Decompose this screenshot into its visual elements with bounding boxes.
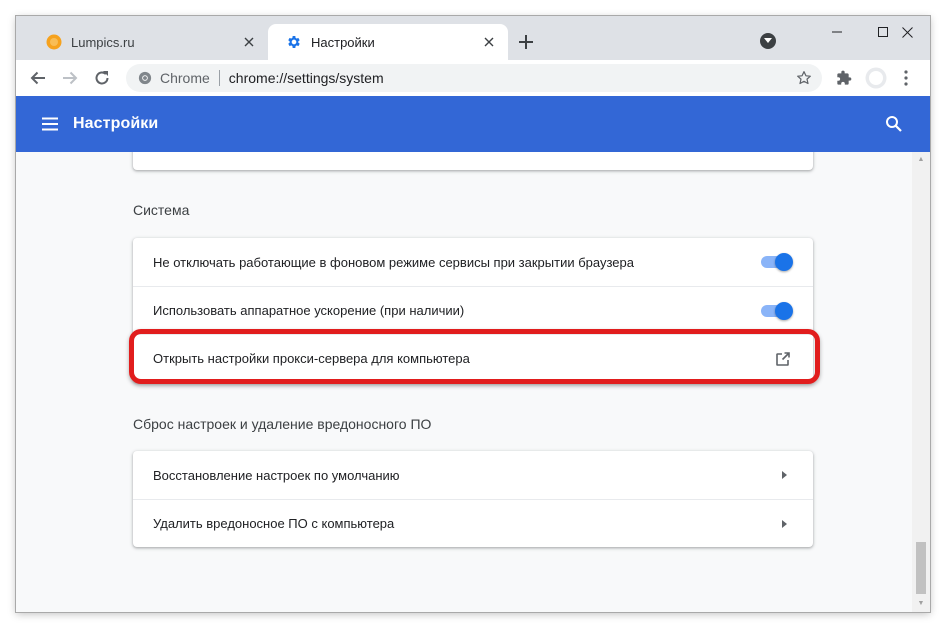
gear-icon <box>286 34 302 50</box>
setting-row-proxy[interactable]: Открыть настройки прокси-сервера для ком… <box>133 334 813 382</box>
site-label: Chrome <box>160 70 210 86</box>
url-text: chrome://settings/system <box>228 70 384 86</box>
system-card: Не отключать работающие в фоновом режиме… <box>133 238 813 382</box>
back-icon[interactable] <box>24 64 52 92</box>
tab-title: Lumpics.ru <box>71 34 135 50</box>
address-bar[interactable]: Chrome chrome://settings/system <box>126 64 822 92</box>
setting-row-hardware-acceleration[interactable]: Использовать аппаратное ускорение (при н… <box>133 286 813 334</box>
setting-label: Открыть настройки прокси-сервера для ком… <box>153 351 470 366</box>
extensions-icon[interactable] <box>830 64 858 92</box>
tab-lumpics[interactable]: Lumpics.ru <box>28 24 268 60</box>
setting-label: Восстановление настроек по умолчанию <box>153 467 400 483</box>
settings-header: Настройки <box>16 96 930 152</box>
background-apps-toggle[interactable] <box>759 252 793 272</box>
more-menu-icon[interactable] <box>892 64 920 92</box>
page-title: Настройки <box>73 115 159 132</box>
arrow-right-icon <box>782 471 787 479</box>
close-icon[interactable] <box>480 33 498 51</box>
profile-avatar-icon[interactable] <box>862 64 890 92</box>
tab-title: Настройки <box>311 34 375 50</box>
scroll-up-icon[interactable]: ▲ <box>916 154 926 164</box>
arrow-right-icon <box>782 519 787 528</box>
tab-settings[interactable]: Настройки <box>268 24 508 60</box>
toolbar: Chrome chrome://settings/system <box>16 60 930 97</box>
tab-strip: Lumpics.ru Настройки <box>16 16 930 60</box>
settings-content: Система Не отключать работающие в фоново… <box>16 152 912 612</box>
browser-window: Lumpics.ru Настройки Chrome chrome://set… <box>16 16 930 612</box>
previous-card <box>133 152 813 170</box>
section-title-system: Система <box>133 202 190 218</box>
close-icon[interactable] <box>240 33 258 51</box>
external-link-icon[interactable] <box>775 351 791 367</box>
chrome-logo-icon <box>138 71 152 85</box>
tab-search-icon[interactable] <box>760 33 776 49</box>
setting-row-cleanup[interactable]: Удалить вредоносное ПО с компьютера <box>133 499 813 547</box>
hamburger-menu-icon[interactable] <box>40 114 60 134</box>
section-title-reset: Сброс настроек и удаление вредоносного П… <box>133 416 432 432</box>
star-icon[interactable] <box>796 70 812 86</box>
window-close-icon[interactable] <box>884 16 930 48</box>
setting-label: Удалить вредоносное ПО с компьютера <box>153 516 395 531</box>
setting-label: Использовать аппаратное ускорение (при н… <box>153 303 465 318</box>
setting-row-restore-defaults[interactable]: Восстановление настроек по умолчанию <box>133 451 813 499</box>
setting-label: Не отключать работающие в фоновом режиме… <box>153 254 634 270</box>
scrollbar[interactable]: ▲ ▼ <box>912 152 930 612</box>
reload-icon[interactable] <box>88 64 116 92</box>
scroll-down-icon[interactable]: ▼ <box>916 598 926 608</box>
hardware-acceleration-toggle[interactable] <box>759 301 793 321</box>
search-icon[interactable] <box>884 114 904 134</box>
scrollbar-thumb[interactable] <box>916 542 926 594</box>
omnibox-divider <box>218 70 220 86</box>
forward-icon[interactable] <box>56 64 84 92</box>
minimize-icon[interactable] <box>814 16 860 48</box>
reset-card: Восстановление настроек по умолчанию Уда… <box>133 451 813 547</box>
new-tab-button[interactable] <box>514 30 538 54</box>
orange-circle-icon <box>46 34 62 50</box>
setting-row-background-apps[interactable]: Не отключать работающие в фоновом режиме… <box>133 238 813 286</box>
